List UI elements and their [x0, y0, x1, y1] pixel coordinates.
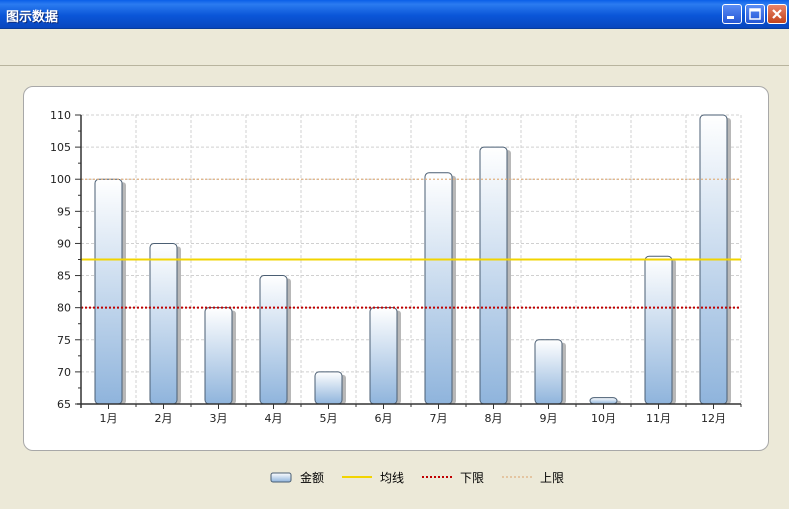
- y-tick-label: 95: [57, 205, 71, 218]
- legend-swatch: [270, 472, 292, 483]
- legend-swatch: [502, 476, 533, 478]
- x-tick-label: 10月: [591, 412, 616, 425]
- x-tick-label: 2月: [155, 412, 173, 425]
- x-tick-label: 6月: [375, 412, 393, 425]
- legend-item: 下限: [422, 469, 484, 486]
- legend-label: 金额: [300, 470, 325, 485]
- bar: [479, 146, 508, 405]
- legend-item: 均线: [342, 469, 404, 486]
- y-tick-label: 65: [57, 398, 71, 411]
- bar: [424, 172, 453, 405]
- chart-legend: 金额 均线 下限 上限: [270, 468, 582, 486]
- x-tick-label: 7月: [430, 412, 448, 425]
- x-tick-label: 12月: [701, 412, 726, 425]
- bar: [204, 307, 233, 405]
- legend-swatch: [422, 476, 453, 478]
- bar: [259, 275, 288, 405]
- x-tick-label: 9月: [540, 412, 558, 425]
- y-tick-label: 90: [57, 237, 71, 250]
- x-tick-label: 3月: [210, 412, 228, 425]
- legend-label: 均线: [380, 470, 405, 485]
- bar: [644, 255, 673, 405]
- x-tick-label: 11月: [646, 412, 671, 425]
- x-tick-label: 1月: [100, 412, 118, 425]
- legend-swatch: [342, 476, 373, 478]
- y-tick-label: 80: [57, 302, 71, 315]
- y-tick-label: 75: [57, 334, 71, 347]
- bar: [314, 371, 343, 405]
- bar: [369, 307, 398, 405]
- legend-item: 上限: [502, 469, 564, 486]
- x-tick-label: 4月: [265, 412, 283, 425]
- bar: [589, 397, 618, 405]
- bar-chart: 65 70 75 80 85 90 95 100 105 110 1月 2月 3月 4月 5月 6月 7月 8月 9…: [50, 109, 742, 425]
- legend-label: 下限: [460, 470, 485, 485]
- y-tick-label: 85: [57, 270, 71, 283]
- y-tick-label: 100: [50, 173, 71, 186]
- legend-item: 金额: [270, 469, 324, 486]
- x-tick-label: 5月: [320, 412, 338, 425]
- bar: [149, 242, 178, 405]
- y-tick-label: 110: [50, 109, 71, 122]
- y-tick-label: 105: [50, 141, 71, 154]
- legend-label: 上限: [540, 470, 565, 485]
- y-tick-label: 70: [57, 366, 71, 379]
- x-tick-label: 8月: [485, 412, 503, 425]
- bar: [534, 339, 563, 405]
- bar: [94, 178, 123, 405]
